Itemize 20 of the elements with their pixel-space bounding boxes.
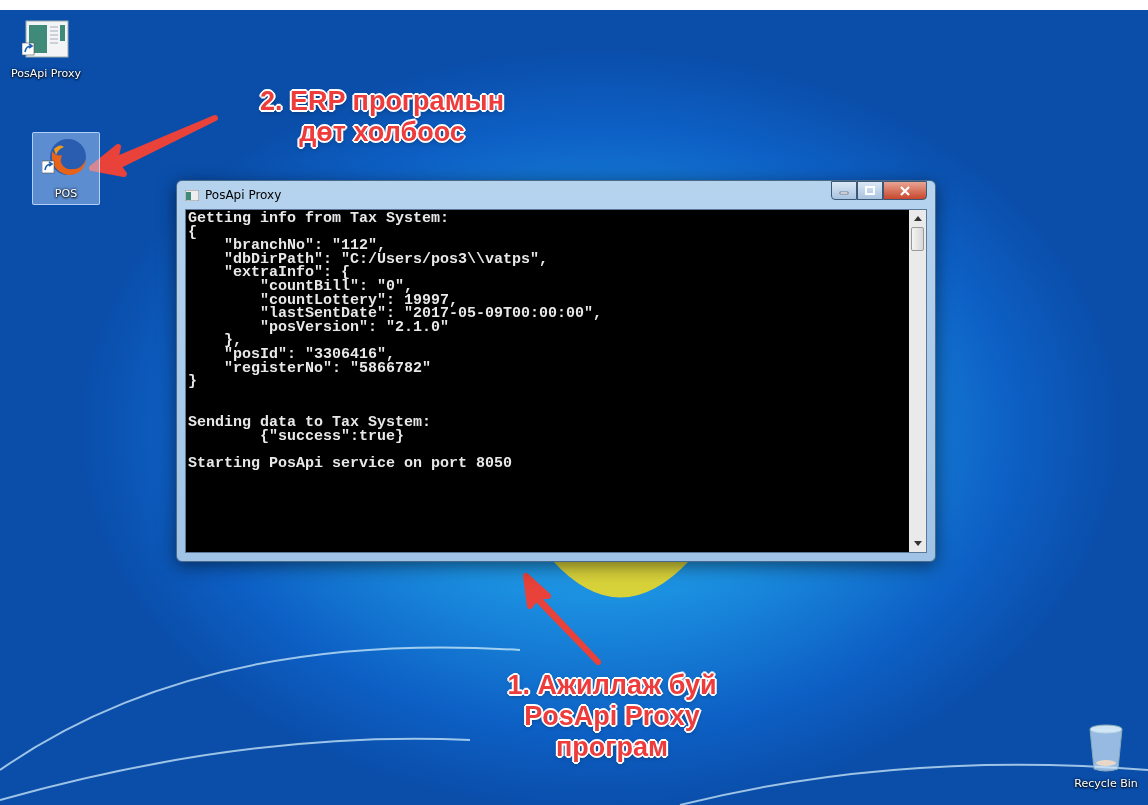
minimize-button[interactable] (831, 181, 857, 200)
console-icon (185, 189, 199, 201)
shortcut-label: POS (54, 187, 78, 200)
scroll-thumb[interactable] (911, 227, 924, 251)
console-output: Getting info from Tax System: { "branchNo": "112", "dbDirPath": "C:/Users/pos3\\vatps", "extraInfo": { "countBill": "0", "countLottery": 19997, "lastSentDate": "2017-05-09T00:00:00", "posVersion": "2.1.0" }, "posId": "3306416", "registerNo": "5866782" } Sending data to Tax System: {"success":true} Starting PosApi service on port 8050 (187, 210, 604, 474)
trash-bin-icon (1086, 723, 1126, 773)
window-title: PosApi Proxy (205, 188, 283, 202)
annotation-text: 1. Ажиллаж буй PosApi Proxy програм (506, 670, 718, 763)
maximize-button[interactable] (857, 181, 883, 200)
scrollbar[interactable] (909, 210, 926, 552)
close-icon (900, 185, 910, 196)
shortcut-label: PosApi Proxy (11, 67, 81, 80)
desktop-shortcut[interactable]: PosApi Proxy (12, 14, 80, 85)
desktop-shortcut[interactable]: Recycle Bin (1072, 718, 1140, 795)
close-button[interactable] (883, 181, 927, 200)
annotation-text: 2. ERP програмын дөт холбоос (259, 86, 505, 148)
scroll-down-icon[interactable] (913, 541, 922, 546)
scroll-up-icon[interactable] (913, 216, 922, 221)
shortcut-label: Recycle Bin (1074, 777, 1138, 790)
maximize-icon (865, 186, 875, 195)
